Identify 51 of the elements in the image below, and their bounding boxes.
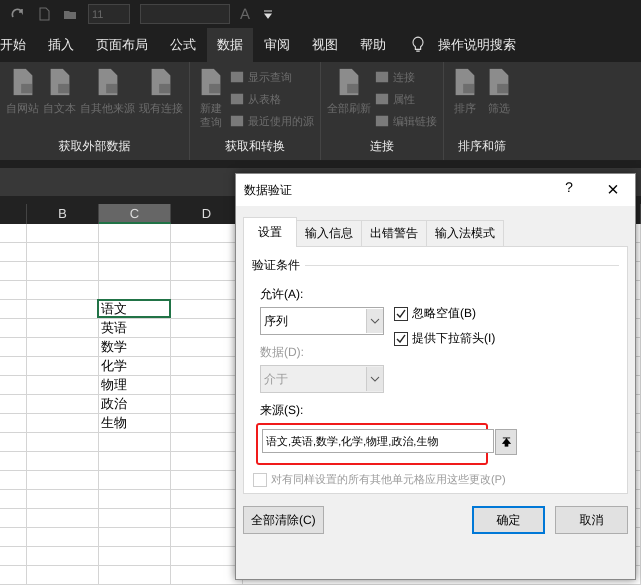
chevron-down-icon [370,376,380,382]
allow-dropdown[interactable]: 序列 [260,307,384,335]
field-label: 数据(D): [260,344,304,361]
field-label: 来源(S): [260,402,304,419]
cell-text: 化学 [100,357,128,375]
clear-all-button[interactable]: 全部清除(C) [243,506,324,534]
column-header[interactable]: C [99,204,171,224]
check-icon [395,308,407,320]
tell-me-search[interactable]: 操作说明搜索 [427,28,527,62]
table-icon [230,92,244,106]
ok-button[interactable]: 确定 [472,506,545,534]
collapse-button[interactable] [495,429,517,455]
cell-text: 语文 [97,299,171,318]
checkbox[interactable]: 提供下拉箭头(I) [394,330,496,347]
font-name-field[interactable] [140,4,230,24]
group-title: 验证条件 [252,257,300,274]
ribbon-tab[interactable]: 插入 [37,28,85,62]
table-icon [230,70,244,84]
group-label: 获取和转换 [224,138,286,155]
ribbon-tab[interactable]: 帮助 [349,28,397,62]
table-icon [375,114,389,128]
cell-text: 数学 [100,338,128,356]
check-icon [395,332,407,344]
table-icon [375,70,389,84]
group-label: 获取外部数据 [58,138,132,155]
cancel-button[interactable]: 取消 [555,506,628,534]
cell-text: 物理 [100,376,128,394]
ribbon-tab[interactable]: 开始 [0,28,37,62]
table-icon [230,114,244,128]
table-icon [375,92,389,106]
checkbox[interactable]: 忽略空值(B) [394,305,496,322]
dialog-tab[interactable]: 设置 [243,217,297,247]
chevron-down-icon [370,318,380,324]
source-field[interactable]: 语文,英语,数学,化学,物理,政治,生物 [262,429,494,453]
help-button[interactable]: ? [547,178,591,202]
cell-text: 英语 [100,319,128,337]
ribbon-tab[interactable]: 页面布局 [85,28,159,62]
group-label: 排序和筛 [457,138,507,155]
close-button[interactable]: × [591,178,635,202]
up-arrow-icon [500,436,512,448]
ribbon-tab[interactable]: 数据 [207,28,253,62]
cell-text: 政治 [100,395,128,413]
dialog-tab[interactable]: 输入法模式 [426,220,504,246]
ribbon-tab[interactable]: 审阅 [253,28,301,62]
field-label: 允许(A): [260,286,304,303]
group-label: 连接 [369,138,395,155]
ribbon-tab[interactable]: 公式 [159,28,207,62]
lightbulb-icon [411,36,425,54]
ribbon-tab[interactable]: 视图 [301,28,349,62]
cell-text: 生物 [100,414,128,432]
dialog-title: 数据验证 [244,182,292,198]
